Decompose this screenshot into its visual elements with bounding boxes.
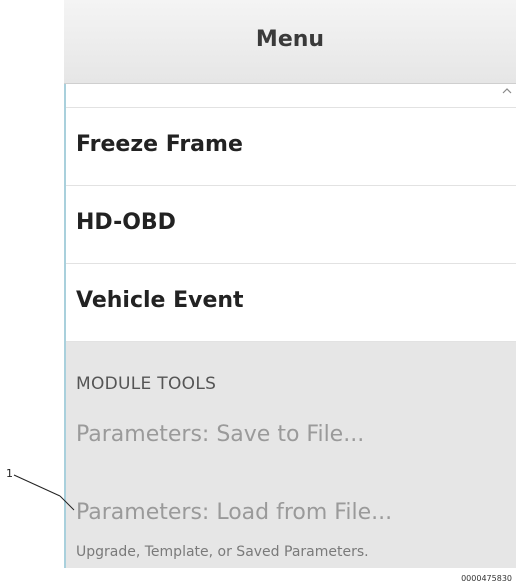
figure: Menu Freeze Frame HD-OBD Vehicle Event M… [0, 0, 516, 585]
callout-leader-line [13, 474, 75, 511]
callout-number: 1 [6, 467, 13, 480]
figure-id: 0000475830 [461, 574, 512, 583]
